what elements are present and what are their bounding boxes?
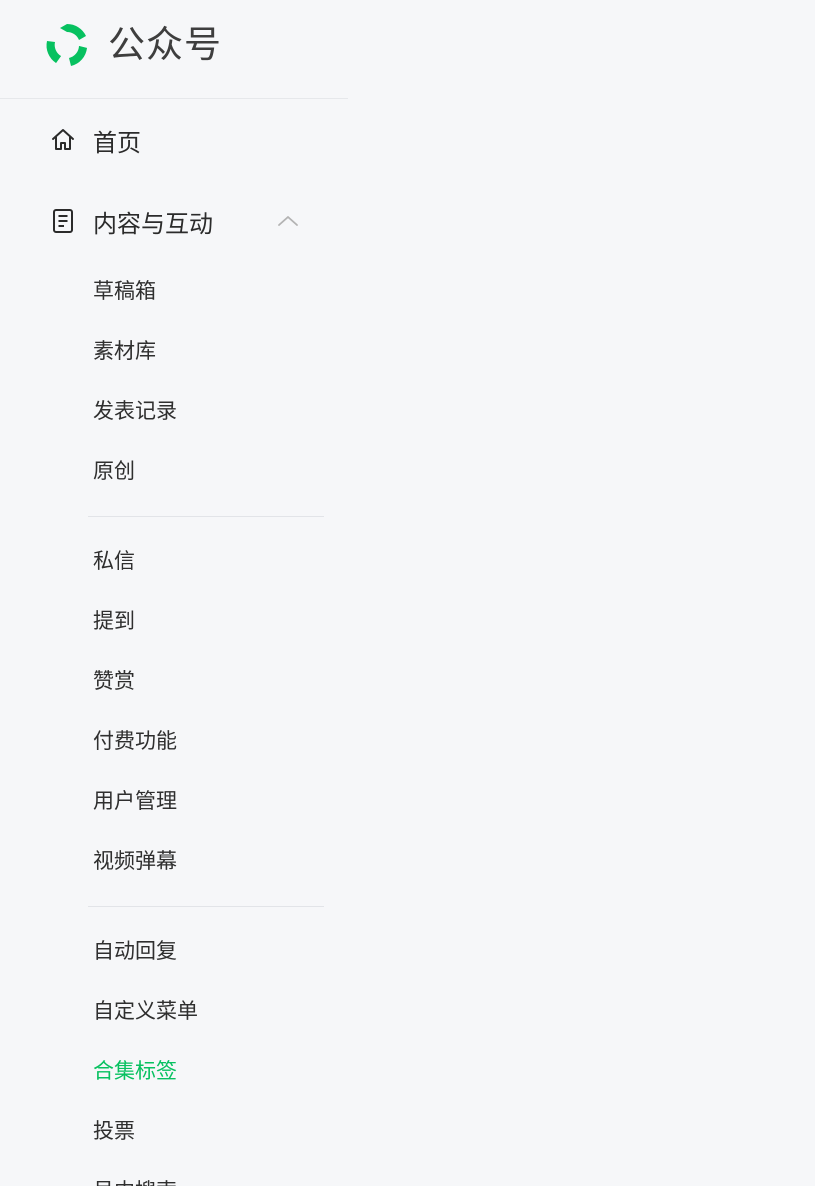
sub-item-mentions[interactable]: 提到 [93,601,135,641]
sub-item-custom-menu[interactable]: 自定义菜单 [93,991,198,1031]
header-divider [0,98,348,99]
nav-label-content-interaction: 内容与互动 [93,209,213,238]
brand-name: 公众号 [108,23,222,66]
brand[interactable]: 公众号 [42,21,222,69]
group-divider [88,516,324,517]
sub-item-collection-tags[interactable]: 合集标签 [93,1051,177,1091]
sub-item-polls[interactable]: 投票 [93,1111,135,1151]
sub-item-auto-reply[interactable]: 自动回复 [93,931,177,971]
sub-item-messages[interactable]: 私信 [93,541,135,581]
home-icon [52,129,74,150]
sub-item-user-management[interactable]: 用户管理 [93,781,177,821]
sub-item-drafts[interactable]: 草稿箱 [93,271,156,311]
sub-item-account-search[interactable]: 号内搜索 [93,1171,177,1186]
app-window: 公众号 首页 内容与互动 草稿箱 素材库 发表记录 原创 私信 提到 赞赏 付费… [0,0,815,1186]
document-icon [53,209,73,233]
sub-item-original[interactable]: 原创 [93,451,135,491]
sub-item-materials[interactable]: 素材库 [93,331,156,371]
group-divider [88,906,324,907]
nav-item-content-interaction[interactable]: 内容与互动 [0,193,348,249]
sidebar: 公众号 首页 内容与互动 草稿箱 素材库 发表记录 原创 私信 提到 赞赏 付费… [0,0,348,1186]
nav-item-home[interactable]: 首页 [0,112,348,168]
sub-item-paid-features[interactable]: 付费功能 [93,721,177,761]
sub-item-publish-history[interactable]: 发表记录 [93,391,177,431]
nav-label-home: 首页 [93,128,141,157]
sub-item-video-danmaku[interactable]: 视频弹幕 [93,841,177,881]
chevron-up-icon[interactable] [276,209,300,233]
sub-item-rewards[interactable]: 赞赏 [93,661,135,701]
wechat-official-account-logo-icon [46,23,87,66]
